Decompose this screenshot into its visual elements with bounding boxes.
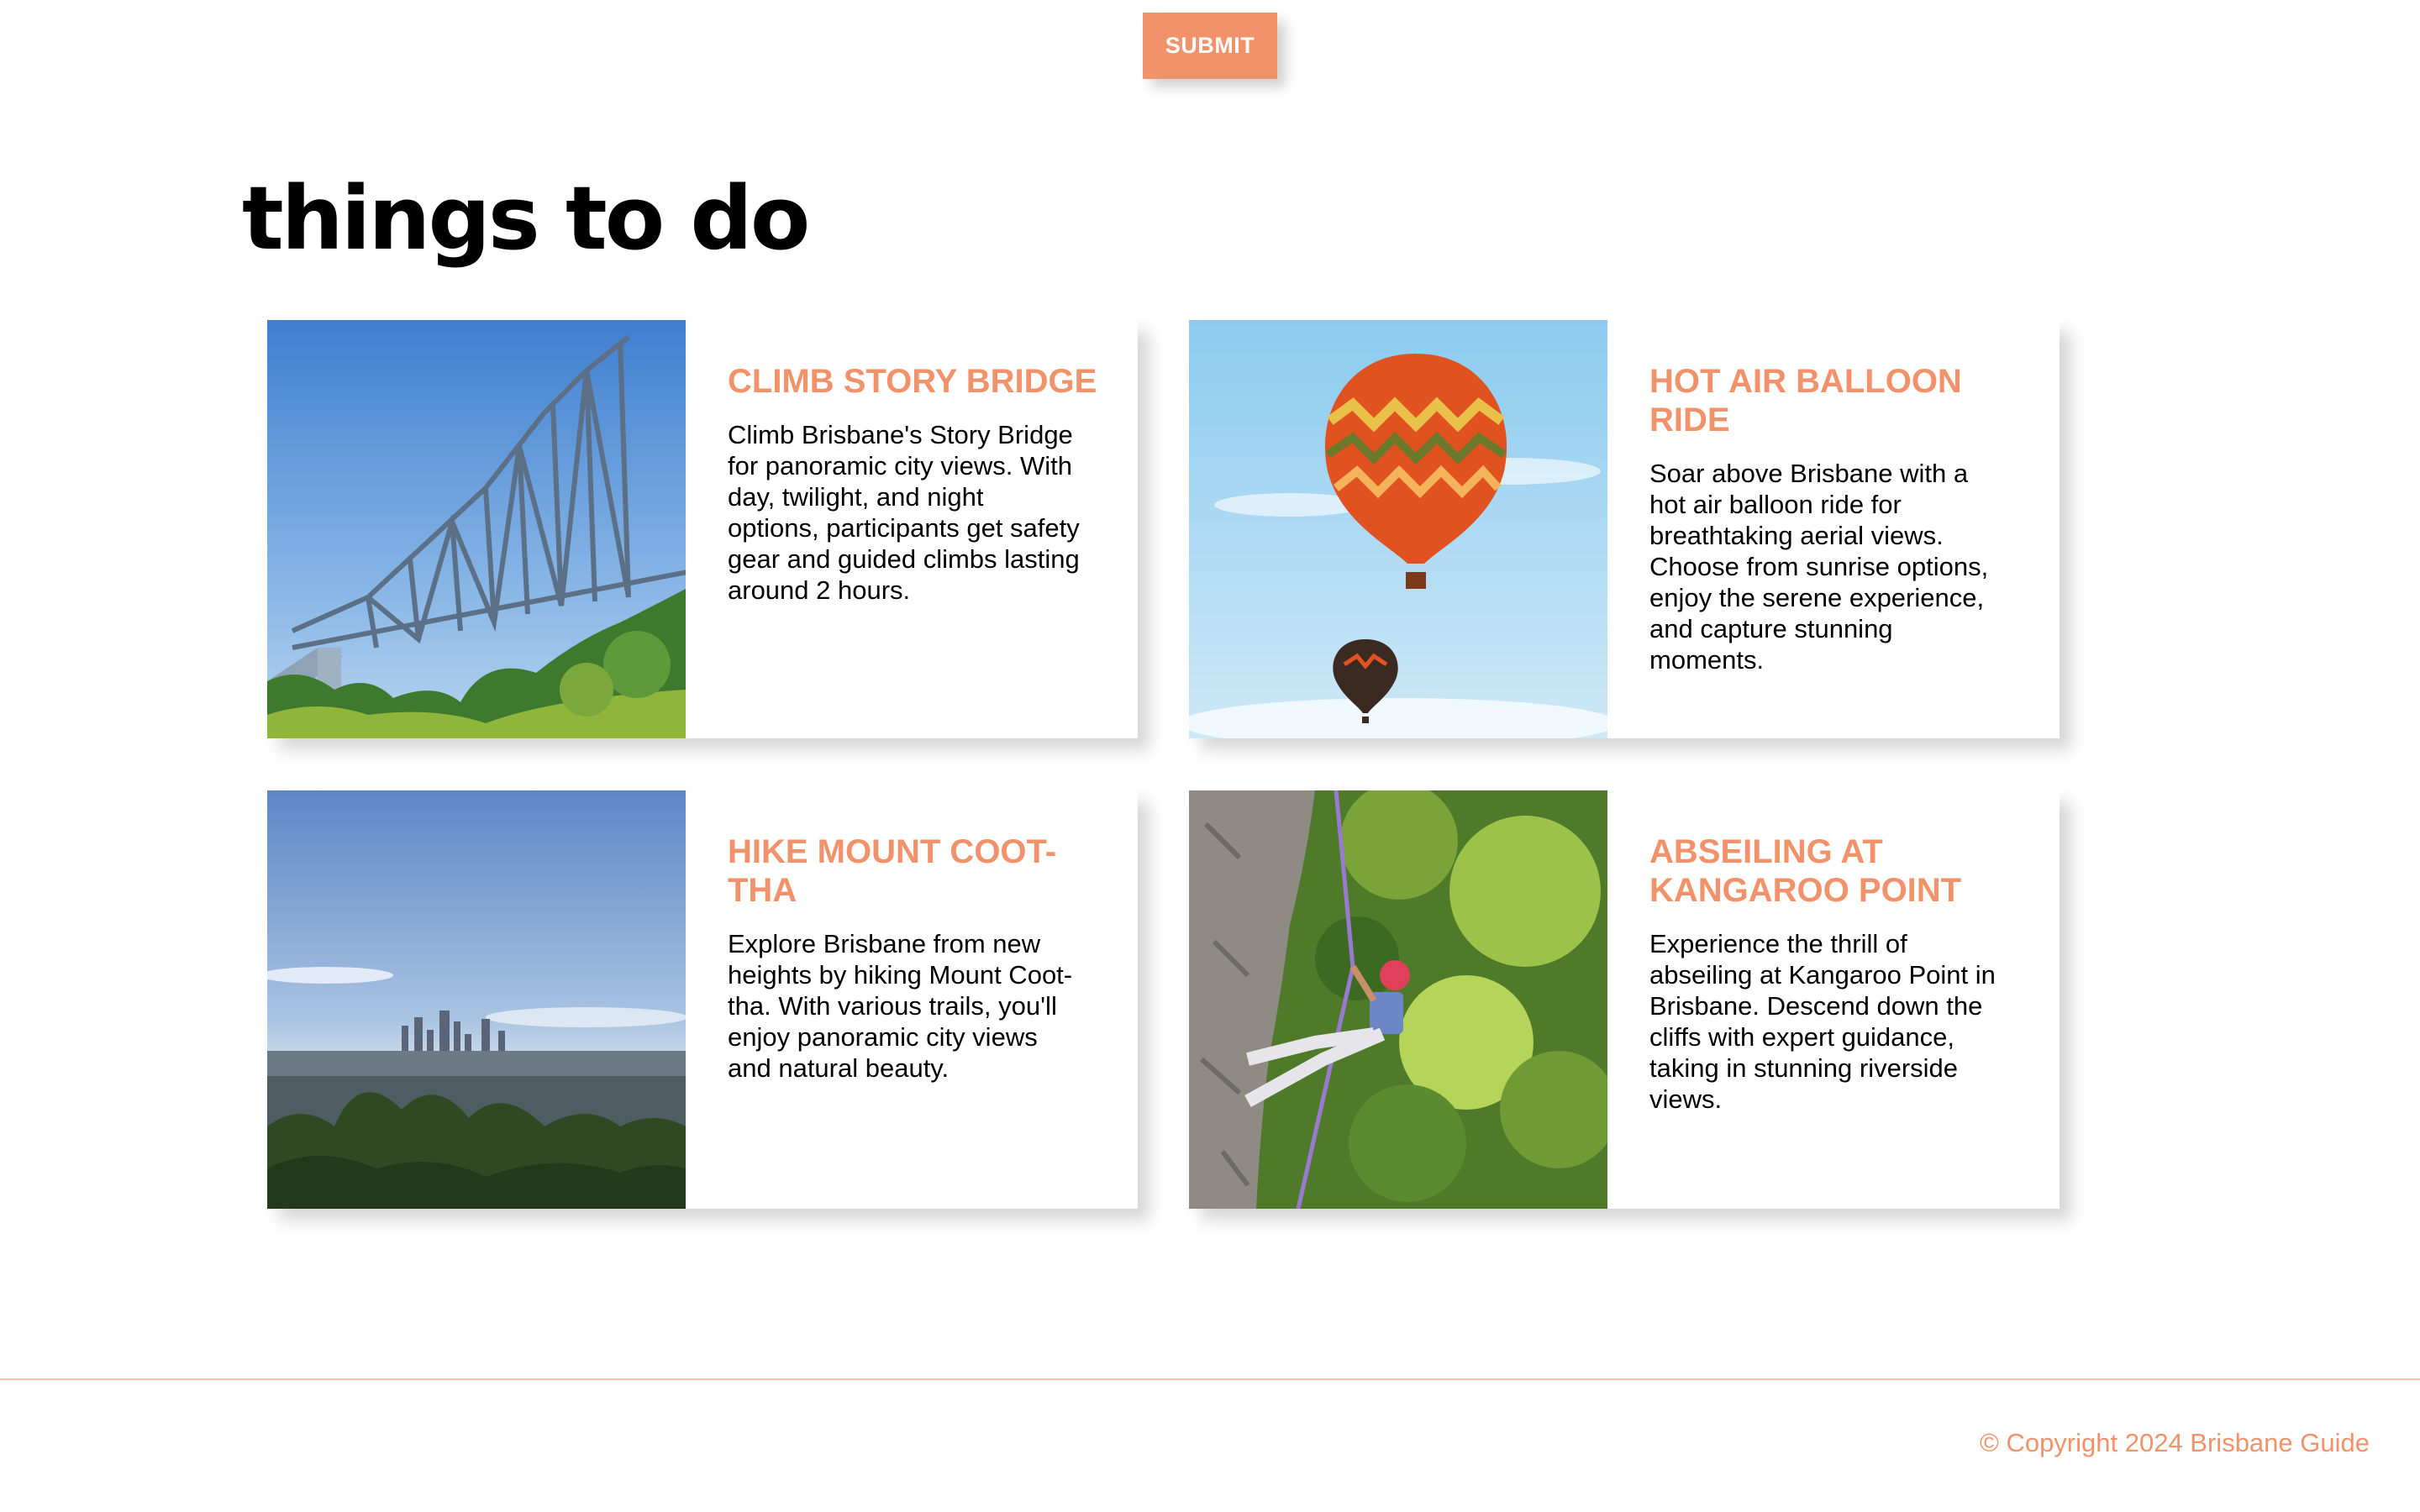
- footer-divider: [0, 1378, 2420, 1380]
- activity-card-mount-coot-tha[interactable]: HIKE MOUNT COOT-THA Explore Brisbane fro…: [267, 790, 1138, 1209]
- card-description: Explore Brisbane from new heights by hik…: [728, 929, 1073, 1083]
- submit-button[interactable]: SUBMIT: [1143, 13, 1277, 79]
- card-description: Climb Brisbane's Story Bridge for panora…: [728, 420, 1080, 605]
- card-description: Experience the thrill of abseiling at Ka…: [1649, 929, 1996, 1114]
- hot-air-balloon-image: [1189, 320, 1607, 738]
- abseiling-image: [1189, 790, 1607, 1209]
- activity-card-story-bridge[interactable]: CLIMB STORY BRIDGE Climb Brisbane's Stor…: [267, 320, 1138, 738]
- card-title: ABSEILING AT KANGAROO POINT: [1649, 833, 1962, 909]
- card-title: CLIMB STORY BRIDGE: [728, 363, 1097, 400]
- footer-copyright: © Copyright 2024 Brisbane Guide: [1979, 1428, 2370, 1457]
- story-bridge-image: [267, 320, 686, 738]
- card-title: HOT AIR BALLOON RIDE: [1649, 363, 1962, 438]
- activity-card-hot-air-balloon[interactable]: HOT AIR BALLOON RIDE Soar above Brisbane…: [1189, 320, 2060, 738]
- mount-coot-tha-image: [267, 790, 686, 1209]
- card-description: Soar above Brisbane with a hot air ballo…: [1649, 459, 1989, 675]
- activity-card-abseiling[interactable]: ABSEILING AT KANGAROO POINT Experience t…: [1189, 790, 2060, 1209]
- section-title: things to do: [242, 167, 810, 270]
- card-title: HIKE MOUNT COOT-THA: [728, 833, 1057, 909]
